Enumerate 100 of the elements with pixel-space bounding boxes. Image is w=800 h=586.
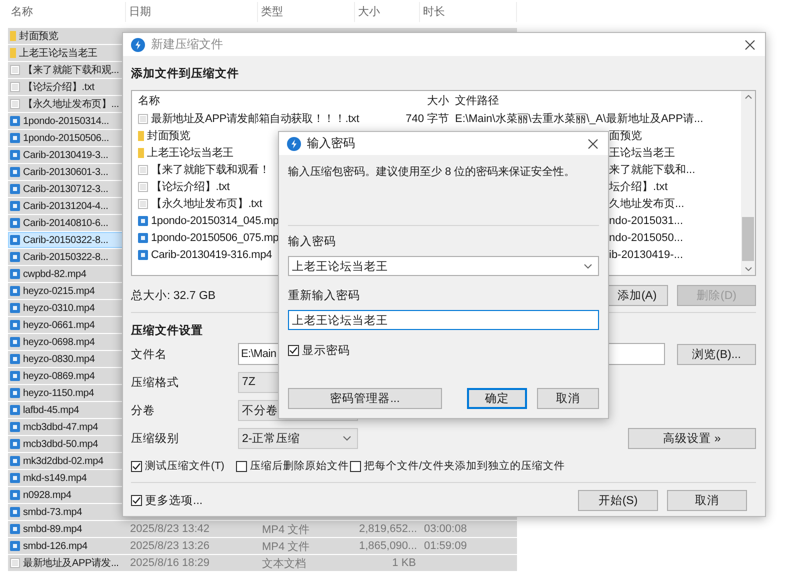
dropdown[interactable]: 2-正常压缩 [238, 428, 358, 448]
checkbox[interactable]: 测试压缩文件(T) [131, 459, 236, 473]
size-cell-text: 1,865,090... [358, 540, 418, 552]
path-cell: E:\Main\水菜丽\去重水菜丽\_A\最新地址及APP请... [455, 113, 704, 125]
duration-cell-text: 01:59:09 [423, 540, 468, 552]
file-name: Carib-20150322-8... [23, 252, 108, 262]
close-button[interactable] [586, 136, 600, 150]
path-cell: ib-20130419-... [609, 248, 683, 260]
checkbox-square[interactable] [131, 460, 142, 472]
file-name: 【来了就能下载和观... [23, 64, 119, 77]
column-header[interactable]: 日期 [126, 2, 258, 22]
total-size: 总大小: 32.7 GB [131, 288, 216, 303]
file-name: smbd-89.mp4 [23, 524, 82, 534]
scroll-up-icon[interactable] [744, 95, 752, 99]
hint-text: 输入压缩包密码。建议使用至少 8 位的密码来保证安全性。 [288, 164, 576, 178]
file-name: 【论坛介绍】.txt [23, 80, 94, 94]
file-row[interactable]: 最新地址及APP请发... 2025/8/16 18:29 文本文档 1 KB [8, 555, 517, 571]
document-icon [10, 558, 20, 568]
close-button[interactable] [743, 38, 757, 52]
type-cell-text: 文本文档 [261, 556, 307, 570]
section-title: 添加文件到压缩文件 [131, 66, 240, 80]
column-header[interactable]: 大小 [355, 2, 420, 22]
column-header[interactable]: 文件路径 [449, 93, 741, 108]
file-name: Carib-20130419-3... [23, 150, 108, 160]
file-name: smbd-73.mp4 [23, 506, 82, 518]
scroll-down-icon[interactable] [744, 267, 752, 271]
file-name: 【永久地址发布页】... [23, 98, 119, 111]
field-label: 输入密码 [288, 234, 337, 248]
file-name: heyzo-0830.mp4 [23, 354, 95, 364]
chevron-down-icon [584, 264, 592, 268]
column-header[interactable]: 名称 [8, 2, 126, 22]
file-name: Carib-20130601-3... [23, 166, 108, 178]
file-name: cwpbd-82.mp4 [23, 268, 86, 280]
column-header[interactable]: 时长 [420, 2, 517, 22]
file-name: 封面预览 [19, 30, 58, 43]
password-input[interactable]: 上老王论坛当老王 [288, 310, 599, 330]
column-header[interactable]: 类型 [258, 2, 355, 22]
file-name: heyzo-0869.mp4 [23, 370, 95, 382]
file-name: 1pondo-20150506_075.mp [151, 232, 279, 244]
file-name: 【来了就能下载和观看！ [151, 162, 270, 177]
add-button[interactable]: 添加(A) [606, 285, 668, 306]
document-icon [138, 182, 148, 192]
field-label: 文件名 [131, 348, 168, 362]
field-label: 分卷 [131, 404, 156, 418]
file-name: Carib-20131204-4... [23, 200, 108, 212]
file-name: Carib-20130712-3... [23, 184, 108, 194]
document-icon [10, 99, 20, 109]
file-name: 最新地址及APP请发... [23, 556, 119, 570]
file-name: heyzo-0698.mp4 [23, 336, 95, 348]
password-dropdown[interactable]: 上老王论坛当老王 [288, 256, 599, 276]
file-name: Carib-20140810-6... [23, 218, 108, 228]
section-title: 压缩文件设置 [131, 323, 204, 337]
file-name: mkd-s149.mp4 [23, 472, 87, 484]
scrollbar[interactable] [741, 91, 755, 275]
file-name: 1pondo-20150314_045.mp [151, 214, 279, 226]
column-header[interactable]: 名称 [132, 93, 387, 108]
browse-button[interactable]: 浏览(B)... [677, 344, 756, 364]
checkbox-square[interactable] [350, 460, 361, 472]
file-name: lafbd-45.mp4 [23, 404, 79, 416]
ok-button[interactable]: 确定 [467, 388, 527, 409]
checkbox-square[interactable] [236, 460, 247, 472]
file-row[interactable]: smbd-126.mp4 2025/8/23 13:26 MP4 文件 1,865,090... 01:59:09 [8, 538, 517, 554]
cancel-button[interactable]: 取消 [667, 490, 747, 511]
window-title: 新建压缩文件 [151, 36, 224, 53]
file-name: 上老王论坛当老王 [19, 46, 98, 60]
date-cell-text: 2025/8/23 13:42 [129, 523, 211, 535]
size-cell-text: 2,819,652... [358, 523, 418, 535]
chevron-down-icon [343, 436, 351, 440]
path-cell: 面预览 [609, 130, 642, 142]
cancel-button[interactable]: 取消 [537, 388, 599, 409]
column-header[interactable]: 大小 [387, 93, 449, 108]
file-name: 1pondo-20150314... [23, 116, 109, 126]
type-cell-text: MP4 文件 [261, 540, 311, 554]
file-row[interactable]: smbd-89.mp4 2025/8/23 13:42 MP4 文件 2,819,652... 03:00:08 [8, 521, 517, 537]
size-cell-text: 1 KB [391, 557, 417, 569]
file-name: Carib-20130419-316.mp4 [151, 248, 272, 260]
checkbox[interactable]: 更多选项... [131, 493, 203, 508]
checkbox-square[interactable] [131, 495, 142, 506]
date-cell-text: 2025/8/16 18:29 [129, 557, 211, 569]
duration-cell-text: 03:00:08 [423, 523, 468, 535]
checkbox[interactable]: 显示密码 [288, 343, 599, 358]
scrollbar-thumb[interactable] [742, 217, 754, 261]
password-manager-button[interactable]: 密码管理器... [288, 388, 442, 409]
document-icon [10, 82, 20, 92]
app-logo-icon [131, 38, 145, 52]
field-label: 压缩级别 [131, 432, 180, 446]
checkbox[interactable]: 把每个文件/文件夹添加到独立的压缩文件 [350, 459, 756, 473]
document-icon [138, 198, 148, 208]
file-name: Carib-20150322-8... [23, 234, 108, 246]
file-name: heyzo-1150.mp4 [23, 388, 94, 398]
document-icon [138, 164, 148, 174]
path-cell: 久地址发布页... [609, 198, 684, 210]
document-icon [10, 65, 20, 75]
start-button[interactable]: 开始(S) [578, 490, 658, 511]
size-cell: 740 字节 [406, 113, 449, 125]
advanced-settings-button[interactable]: 高级设置 » [628, 428, 756, 448]
checkbox-square[interactable] [288, 345, 299, 356]
file-name: 封面预览 [147, 129, 190, 143]
checkbox[interactable]: 压缩后删除原始文件 [236, 459, 350, 473]
file-name: 【论坛介绍】.txt [151, 180, 230, 194]
